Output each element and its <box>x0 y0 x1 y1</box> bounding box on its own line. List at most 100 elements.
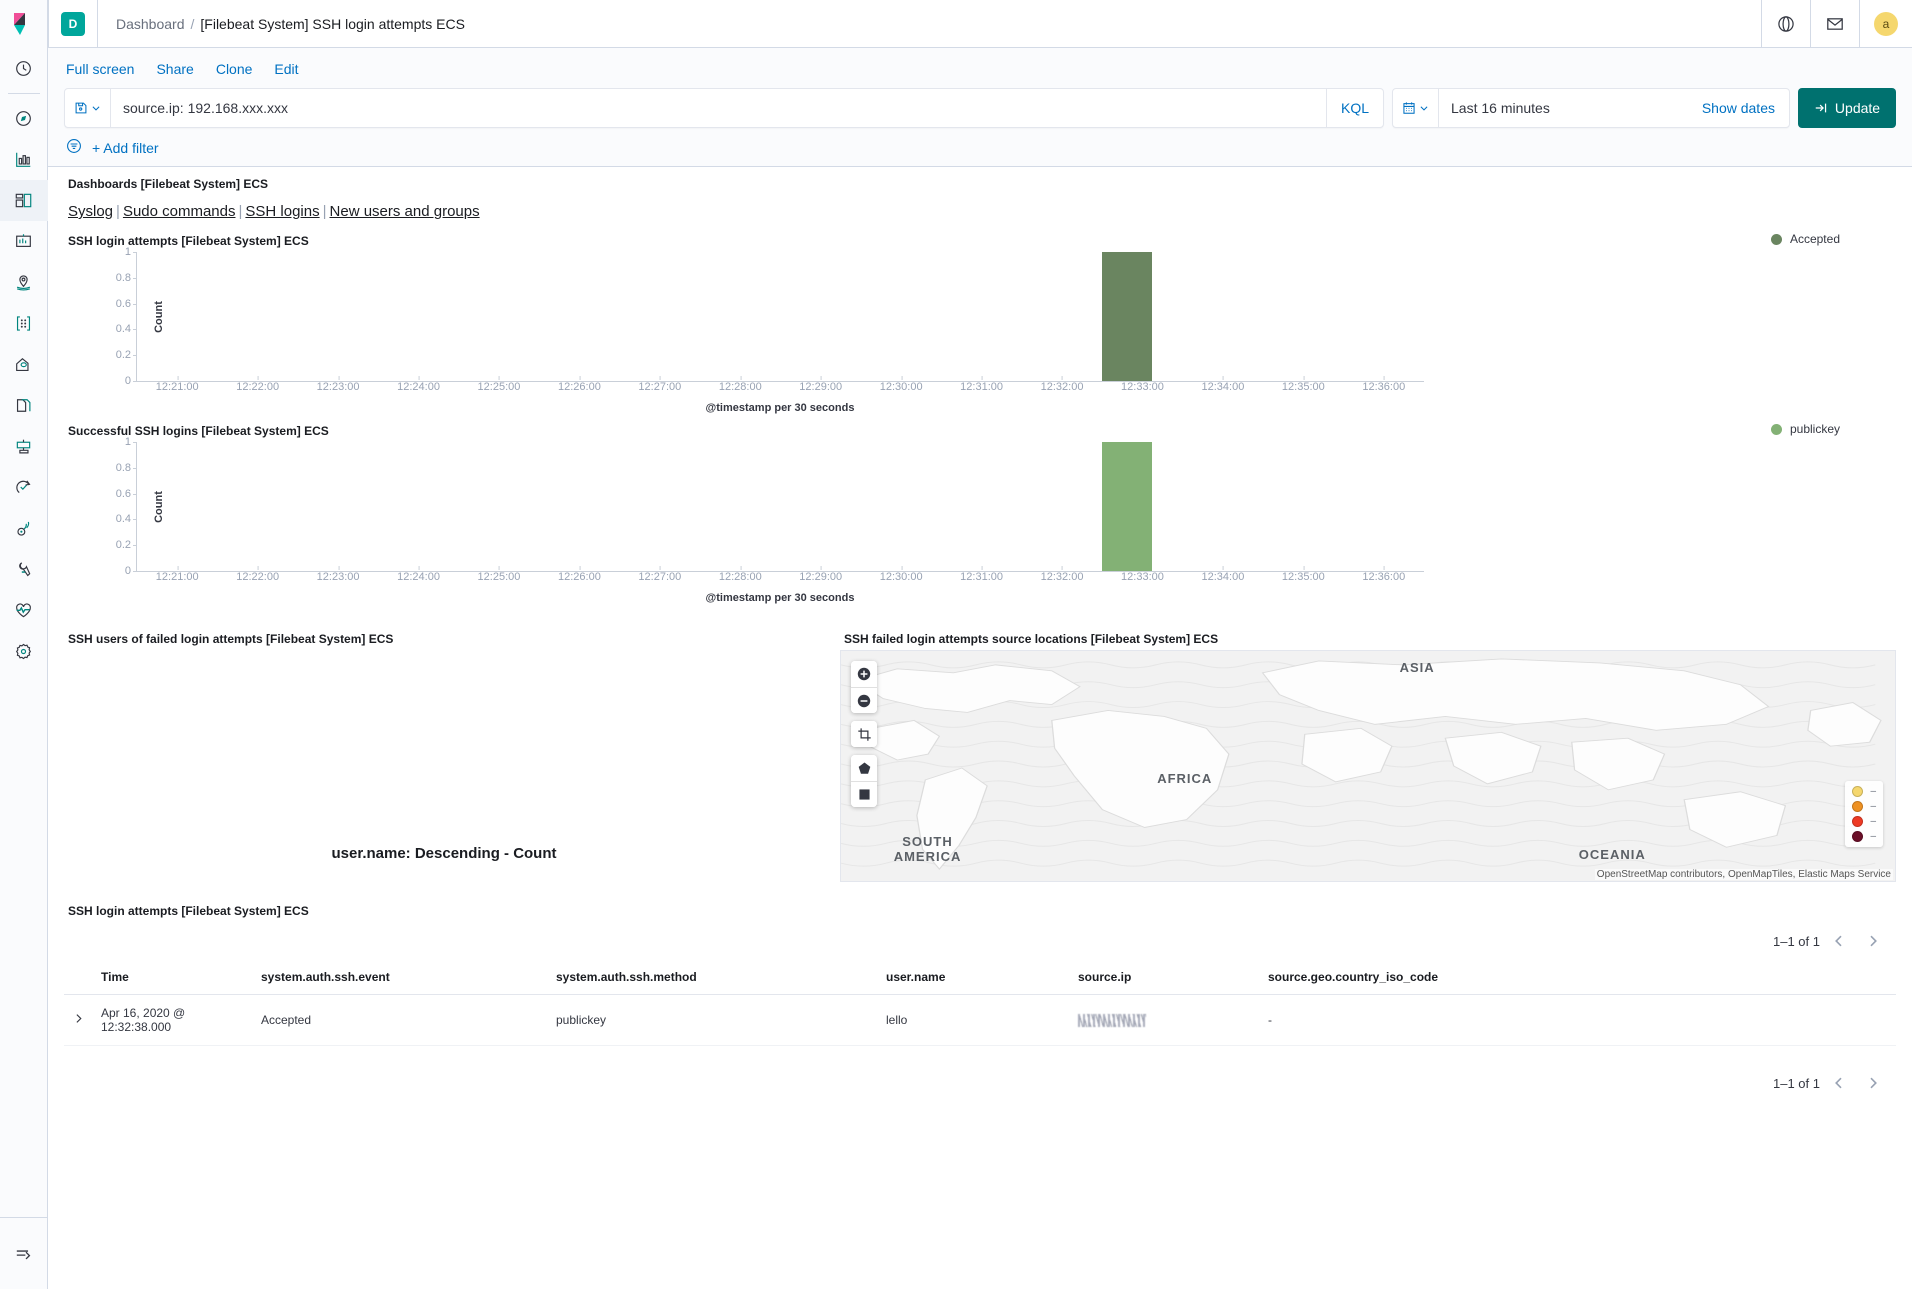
link-syslog[interactable]: Syslog <box>68 203 113 220</box>
sidebar-item-management[interactable] <box>0 631 48 672</box>
sidebar-item-siem[interactable] <box>0 508 48 549</box>
share-link[interactable]: Share <box>156 61 193 77</box>
sidebar-item-dashboard[interactable] <box>0 180 48 221</box>
y-axis-tick: 0.6 <box>115 297 138 310</box>
ssh-login-attempts-plot-area: Count 0 0.2 0.4 0.6 0.8 1 12:21:00 12:22:00 12:2… <box>116 246 1424 393</box>
x-axis-tick: 12:28:00 <box>718 376 762 393</box>
map-legend-color-dot <box>1852 801 1864 812</box>
sidebar-item-visualize[interactable] <box>0 139 48 180</box>
x-axis-tick: 12:24:00 <box>397 376 440 393</box>
column-header-time[interactable]: Time <box>93 960 253 995</box>
x-axis-tick: 12:22:00 <box>236 376 280 393</box>
row-expand-button[interactable] <box>64 994 93 1046</box>
update-button[interactable]: Update <box>1798 88 1896 128</box>
time-picker: Last 16 minutes Show dates <box>1392 88 1790 128</box>
help-icon[interactable] <box>1762 0 1810 48</box>
add-filter-button[interactable]: + Add filter <box>92 140 159 156</box>
column-header-event[interactable]: system.auth.ssh.event <box>253 960 548 995</box>
x-axis-tick: 12:36:00 <box>1362 566 1406 583</box>
app-badge[interactable]: D <box>61 11 85 36</box>
table-row[interactable]: Apr 16, 2020 @ 12:32:38.000 Accepted pub… <box>64 994 1896 1046</box>
sidebar-item-dev-tools[interactable] <box>0 549 48 590</box>
link-new-users-and-groups[interactable]: New users and groups <box>330 203 480 220</box>
sidebar-item-monitoring[interactable] <box>0 590 48 631</box>
update-button-label: Update <box>1834 100 1881 116</box>
x-axis-tick: 12:22:00 <box>236 566 280 583</box>
map-legend-label: – <box>1870 786 1876 797</box>
ssh-login-attempts-panel-title: SSH login attempts [Filebeat System] ECS <box>68 234 309 248</box>
map-basemap <box>841 651 1895 881</box>
draw-rectangle-button[interactable] <box>851 781 877 807</box>
mail-icon[interactable] <box>1811 0 1859 48</box>
clone-link[interactable]: Clone <box>216 61 253 77</box>
zoom-in-button[interactable] <box>851 661 877 687</box>
calendar-icon[interactable] <box>1393 89 1439 127</box>
fit-to-bounds-button[interactable] <box>851 721 877 747</box>
main-region: D Dashboard / [Filebeat System] SSH logi… <box>48 0 1912 1289</box>
sidebar-item-recently-viewed[interactable] <box>0 48 48 89</box>
map-legend-row: – <box>1852 786 1876 797</box>
sidebar-item-canvas[interactable] <box>0 221 48 262</box>
chevron-right-icon[interactable] <box>1858 926 1888 956</box>
sidebar-item-infrastructure[interactable] <box>0 344 48 385</box>
legend-item-publickey[interactable]: publickey <box>1770 422 1840 436</box>
cell-user-name: lello <box>878 994 1070 1046</box>
markdown-panel: Dashboards [Filebeat System] ECS Syslog |… <box>64 167 1896 224</box>
column-header-source-ip[interactable]: source.ip <box>1070 960 1260 995</box>
x-axis-tick: 12:34:00 <box>1201 566 1245 583</box>
edit-link[interactable]: Edit <box>274 61 298 77</box>
y-axis-tick: 0.2 <box>115 539 138 552</box>
zoom-out-button[interactable] <box>851 687 877 713</box>
elastic-logo-icon[interactable] <box>0 0 48 48</box>
search-input[interactable]: source.ip: 192.168.xxx.xxx <box>111 89 1326 127</box>
cell-event: Accepted <box>253 994 548 1046</box>
filter-icon[interactable] <box>66 138 82 157</box>
x-axis-tick: 12:25:00 <box>477 566 521 583</box>
successful-ssh-logins-panel-title: Successful SSH logins [Filebeat System] … <box>68 424 329 438</box>
chevron-left-icon[interactable] <box>1824 926 1854 956</box>
breadcrumb-dashboard[interactable]: Dashboard <box>116 16 185 32</box>
x-axis-tick: 12:35:00 <box>1281 376 1325 393</box>
column-header-method[interactable]: system.auth.ssh.method <box>548 960 878 995</box>
chevron-right-icon[interactable] <box>1858 1068 1888 1098</box>
link-sudo-commands[interactable]: Sudo commands <box>123 203 236 220</box>
map-label-asia: ASIA <box>1399 660 1435 676</box>
column-header-user-name[interactable]: user.name <box>878 960 1070 995</box>
legend-item-accepted[interactable]: Accepted <box>1770 232 1840 246</box>
time-range-value[interactable]: Last 16 minutes <box>1439 89 1688 127</box>
sidebar-item-machine-learning[interactable] <box>0 303 48 344</box>
column-header-country-iso-code[interactable]: source.geo.country_iso_code <box>1260 960 1896 995</box>
y-axis-tick: 0.4 <box>115 323 138 336</box>
map-legend-label: – <box>1870 831 1876 842</box>
successful-ssh-logins-plot-area: Count 0 0.2 0.4 0.6 0.8 1 12:21:00 12:22:00 12:2… <box>116 436 1424 583</box>
sidebar-item-logs[interactable] <box>0 385 48 426</box>
sidebar-item-uptime[interactable] <box>0 467 48 508</box>
map-legend: – – – – <box>1845 781 1883 847</box>
link-ssh-logins[interactable]: SSH logins <box>245 203 319 220</box>
map-label-africa: AFRICA <box>1157 770 1213 786</box>
x-axis-tick: 12:23:00 <box>316 566 360 583</box>
sidebar-collapse-button[interactable] <box>0 1217 48 1289</box>
x-axis-tick: 12:21:00 <box>155 566 199 583</box>
chart-bar[interactable] <box>1102 252 1153 381</box>
ssh-failed-login-map-panel: SSH failed login attempts source locatio… <box>840 622 1896 882</box>
query-language-button[interactable]: KQL <box>1325 89 1383 127</box>
breadcrumb-current[interactable]: [Filebeat System] SSH login attempts ECS <box>200 16 465 32</box>
map-canvas[interactable]: ASIA AFRICA SOUTH AMERICA OCEANIA – – – … <box>840 650 1896 882</box>
legend-color-dot <box>1770 423 1782 435</box>
sidebar-item-discover[interactable] <box>0 98 48 139</box>
avatar[interactable]: a <box>1874 11 1898 36</box>
map-legend-label: – <box>1870 816 1876 827</box>
save-query-icon[interactable] <box>65 89 111 127</box>
chevron-left-icon[interactable] <box>1824 1068 1854 1098</box>
map-attribution[interactable]: OpenStreetMap contributors, OpenMapTiles… <box>1594 869 1893 880</box>
draw-polygon-button[interactable] <box>851 755 877 781</box>
y-axis-tick: 1 <box>124 246 138 258</box>
chart-bar[interactable] <box>1102 442 1153 571</box>
x-axis-tick: 12:32:00 <box>1040 376 1084 393</box>
sidebar-item-maps[interactable] <box>0 262 48 303</box>
sidebar-item-apm[interactable] <box>0 426 48 467</box>
full-screen-link[interactable]: Full screen <box>66 61 134 77</box>
cell-country-iso-code: - <box>1260 994 1896 1046</box>
show-dates-button[interactable]: Show dates <box>1688 89 1789 127</box>
